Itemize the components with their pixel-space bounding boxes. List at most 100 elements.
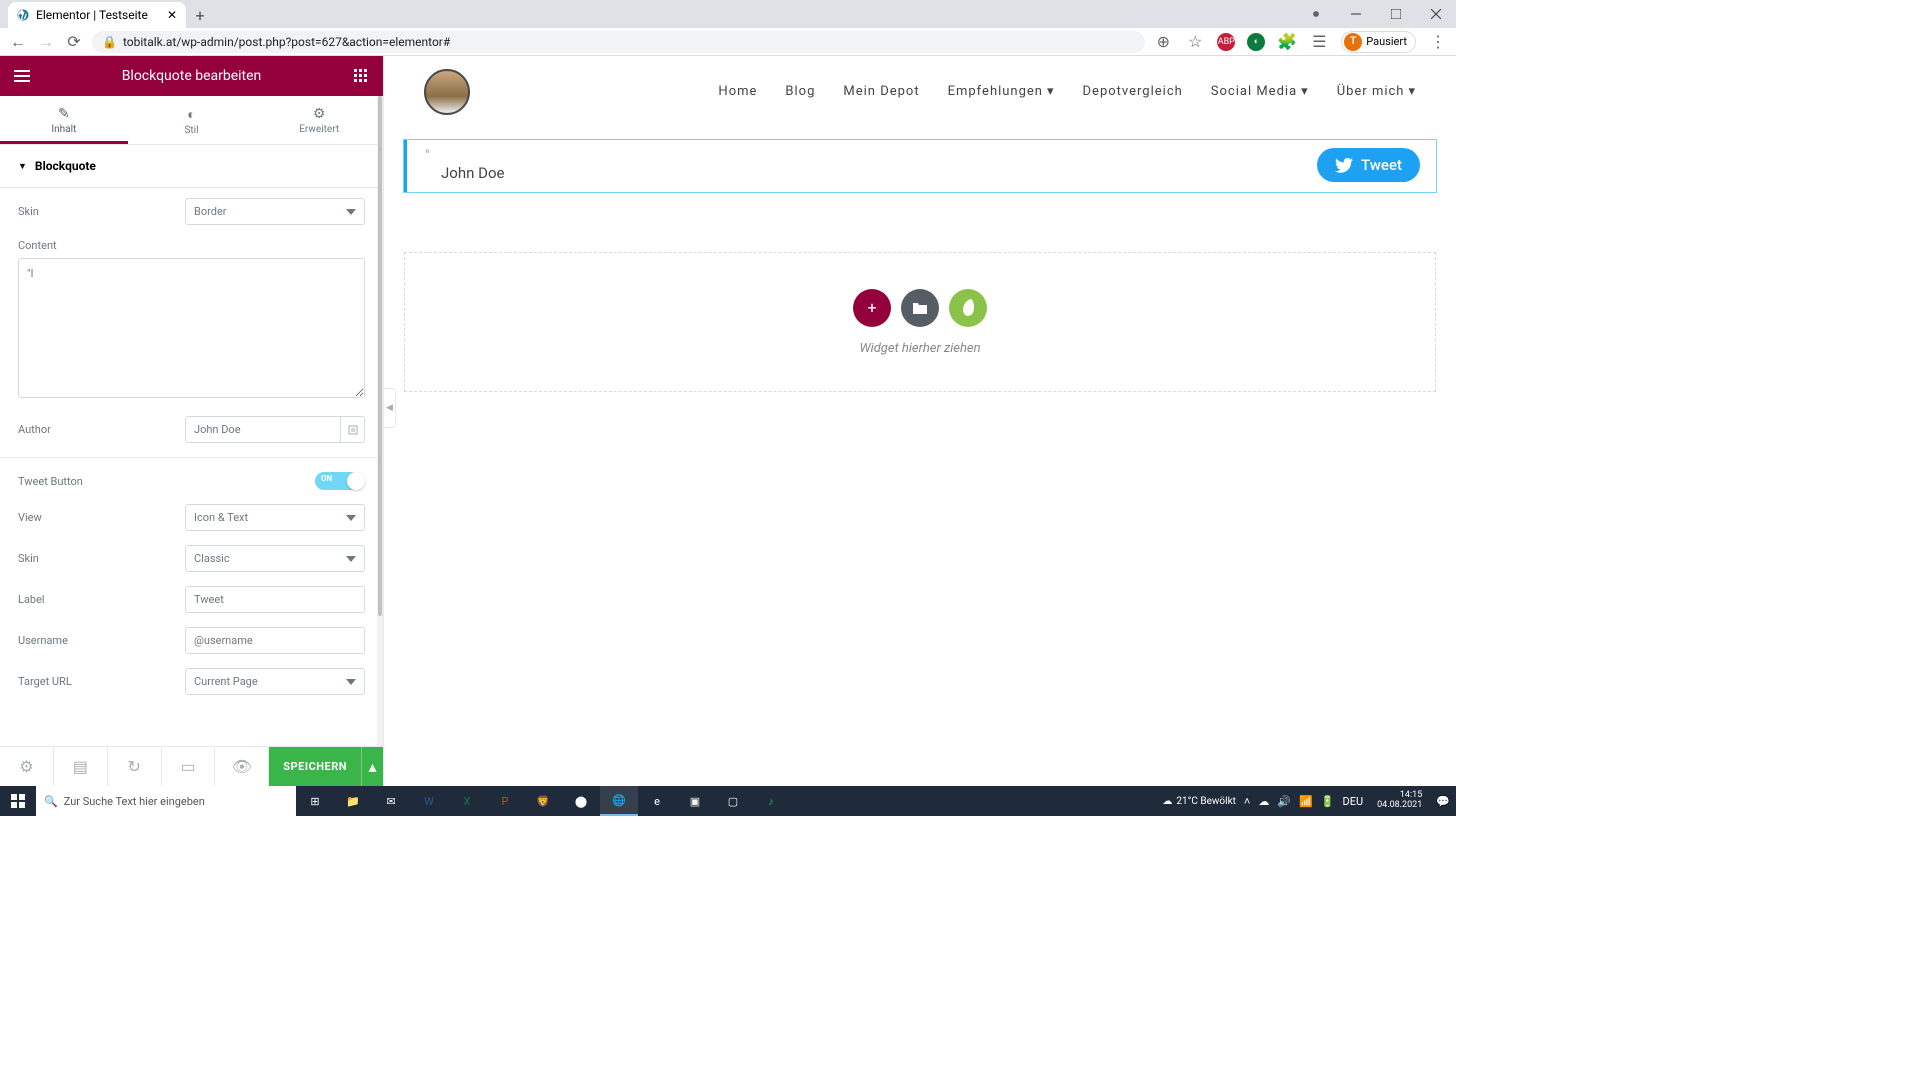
reload-icon[interactable]: ⟳ (64, 32, 84, 52)
view-select[interactable]: Icon & Text (185, 504, 365, 531)
spotify-icon[interactable]: ♪ (752, 786, 790, 816)
notifications-icon[interactable]: 💬 (1436, 795, 1450, 808)
onedrive-icon[interactable]: ☁ (1258, 795, 1269, 808)
envato-button[interactable] (949, 289, 987, 327)
add-section-button[interactable]: + (853, 289, 891, 327)
tweet-button[interactable]: Tweet (1317, 148, 1420, 182)
address-bar[interactable]: 🔒 tobitalk.at/wp-admin/post.php?post=627… (92, 31, 1145, 53)
preview-icon[interactable]: 👁 (215, 747, 269, 786)
chevron-down-icon: ▾ (1301, 84, 1309, 99)
collapse-panel-icon[interactable]: ◀ (384, 388, 396, 428)
skin-label: Skin (18, 205, 39, 218)
blockquote-widget[interactable]: " John Doe Tweet (404, 140, 1436, 192)
obs-icon[interactable]: ⬤ (562, 786, 600, 816)
task-view-icon[interactable]: ⊞ (296, 786, 334, 816)
profile-label: Pausiert (1366, 35, 1407, 48)
target-select[interactable]: Current Page (185, 668, 365, 695)
pencil-icon: ✎ (0, 106, 128, 122)
brave-icon[interactable]: 🦁 (524, 786, 562, 816)
skin2-select[interactable]: Classic (185, 545, 365, 572)
search-icon: 🔍 (44, 795, 58, 808)
clock[interactable]: 14:15 04.08.2021 (1371, 791, 1428, 811)
reading-list-icon[interactable]: ☰ (1309, 32, 1329, 52)
hamburger-icon[interactable] (12, 66, 32, 86)
author-input[interactable] (185, 416, 341, 443)
weather-widget[interactable]: ☁ 21°C Bewölkt (1162, 796, 1236, 807)
nav-home[interactable]: Home (718, 84, 757, 99)
control-author: Author (18, 416, 365, 443)
browser-tab[interactable]: Elementor | Testseite ✕ (8, 2, 186, 28)
wordpress-icon (16, 8, 30, 22)
nav-depot[interactable]: Mein Depot (843, 84, 919, 99)
new-tab-button[interactable]: + (186, 2, 214, 28)
extension-icon[interactable]: ◐ (1247, 33, 1265, 51)
powerpoint-icon[interactable]: P (486, 786, 524, 816)
dynamic-tags-icon[interactable] (341, 416, 365, 443)
site-logo[interactable] (424, 69, 470, 115)
label-input[interactable] (185, 586, 365, 613)
tab-advanced[interactable]: ⚙ Erweitert (255, 96, 383, 144)
navigator-icon[interactable]: ▤ (54, 747, 108, 786)
save-options-icon[interactable]: ▴ (361, 747, 383, 786)
clock-date: 04.08.2021 (1377, 801, 1422, 811)
drop-zone[interactable]: + Widget hierher ziehen (404, 252, 1436, 392)
url-text: tobitalk.at/wp-admin/post.php?post=627&a… (123, 35, 450, 49)
tweet-toggle[interactable]: ON (315, 472, 365, 490)
excel-icon[interactable]: X (448, 786, 486, 816)
battery-icon[interactable]: 🔋 (1321, 795, 1335, 808)
app-icon[interactable]: ▣ (676, 786, 714, 816)
tab-content-label: Inhalt (51, 124, 76, 135)
section-blockquote[interactable]: ▼ Blockquote (0, 145, 383, 188)
abp-extension-icon[interactable]: ABP (1217, 33, 1235, 51)
control-skin: Skin Border (18, 198, 365, 225)
nav-about[interactable]: Über mich ▾ (1337, 84, 1416, 99)
maximize-icon[interactable] (1376, 0, 1416, 28)
site-header: Home Blog Mein Depot Empfehlungen ▾ Depo… (384, 56, 1456, 128)
wifi-icon[interactable]: 📶 (1299, 795, 1313, 808)
taskbar-search[interactable]: 🔍 Zur Suche Text hier eingeben (36, 786, 296, 816)
panel-scrollbar[interactable] (377, 96, 383, 746)
back-icon[interactable]: ← (8, 32, 28, 52)
bookmark-icon[interactable]: ☆ (1185, 32, 1205, 52)
incognito-icon[interactable] (1296, 0, 1336, 28)
control-target: Target URL Current Page (18, 668, 365, 695)
speaker-icon[interactable]: 🔊 (1277, 795, 1291, 808)
skin-select[interactable]: Border (185, 198, 365, 225)
close-window-icon[interactable] (1416, 0, 1456, 28)
save-button[interactable]: SPEICHERN (269, 747, 361, 786)
profile-button[interactable]: T Pausiert (1341, 31, 1416, 53)
lang-indicator[interactable]: DEU (1342, 795, 1363, 808)
nav-depotvergleich[interactable]: Depotvergleich (1083, 84, 1183, 99)
control-username: Username (18, 627, 365, 654)
menu-icon[interactable]: ⋮ (1428, 32, 1448, 52)
username-input[interactable] (185, 627, 365, 654)
minimize-icon[interactable] (1336, 0, 1376, 28)
widgets-icon[interactable] (351, 66, 371, 86)
tab-style-label: Stil (184, 125, 198, 136)
explorer-icon[interactable]: 📁 (334, 786, 372, 816)
tab-content[interactable]: ✎ Inhalt (0, 96, 128, 144)
weather-text: 21°C Bewölkt (1176, 796, 1236, 807)
start-button[interactable] (0, 786, 36, 816)
nav-social[interactable]: Social Media ▾ (1211, 84, 1309, 99)
tab-style[interactable]: ◐ Stil (128, 96, 256, 144)
extensions-icon[interactable]: 🧩 (1277, 32, 1297, 52)
chrome-icon[interactable]: 🌐 (600, 786, 638, 816)
template-library-button[interactable] (901, 289, 939, 327)
tray-chevron-icon[interactable]: ˄ (1244, 795, 1250, 808)
settings-icon[interactable]: ⚙ (0, 747, 54, 786)
content-textarea[interactable] (18, 258, 365, 398)
caret-down-icon: ▼ (18, 161, 27, 172)
forward-icon[interactable]: → (36, 32, 56, 52)
history-icon[interactable]: ↻ (108, 747, 162, 786)
close-icon[interactable]: ✕ (166, 9, 178, 21)
edge-icon[interactable]: e (638, 786, 676, 816)
app-icon-2[interactable]: ▢ (714, 786, 752, 816)
zoom-icon[interactable]: ⊕ (1153, 32, 1173, 52)
nav-empfehlungen[interactable]: Empfehlungen ▾ (948, 84, 1055, 99)
responsive-icon[interactable]: ▭ (162, 747, 216, 786)
control-label: Label (18, 586, 365, 613)
mail-icon[interactable]: ✉ (372, 786, 410, 816)
nav-blog[interactable]: Blog (785, 84, 815, 99)
word-icon[interactable]: W (410, 786, 448, 816)
